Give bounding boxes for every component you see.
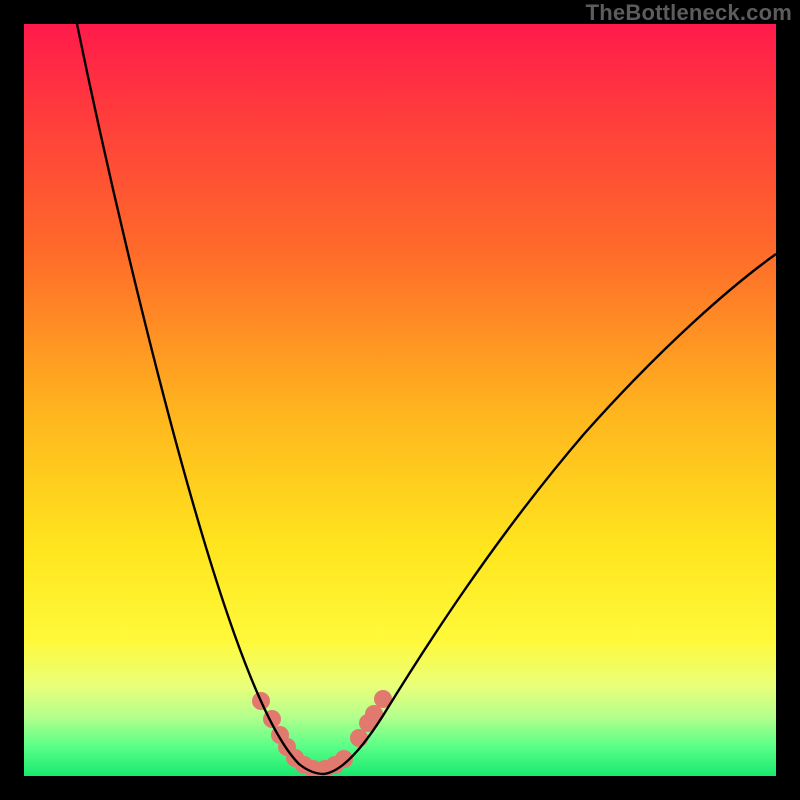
chart-svg-layer [24, 24, 776, 776]
watermark-text: TheBottleneck.com [586, 0, 792, 26]
curve-right-branch [324, 254, 776, 774]
data-marker [350, 729, 368, 747]
curve-left-branch [77, 24, 324, 774]
chart-plot-area [24, 24, 776, 776]
